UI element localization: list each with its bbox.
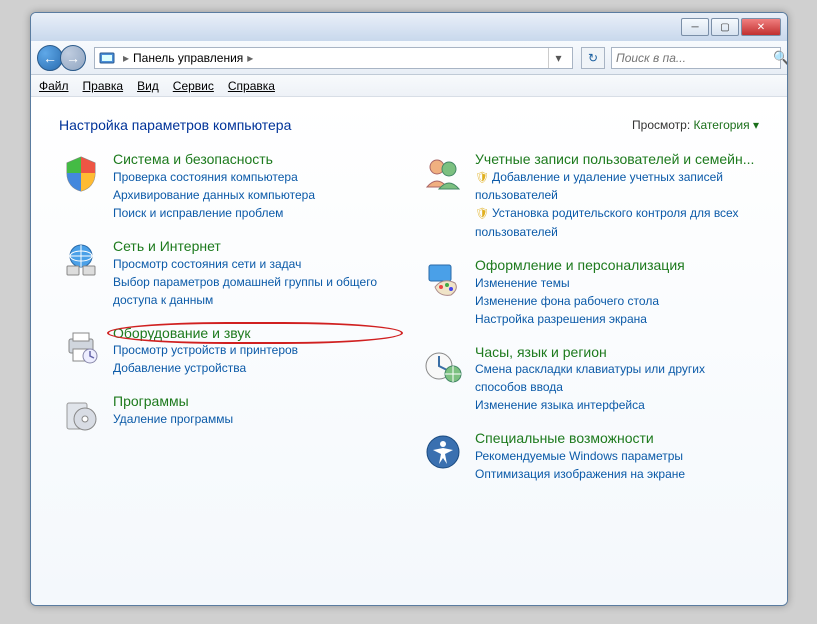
globe-network-icon	[59, 238, 103, 282]
sublink[interactable]: Смена раскладки клавиатуры или других сп…	[475, 360, 759, 396]
category-title[interactable]: Оформление и персонализация	[475, 257, 759, 274]
forward-button[interactable]: →	[60, 45, 86, 71]
search-input[interactable]	[616, 51, 773, 65]
navigation-bar: ← → ▸ Панель управления ▸ ▾ ↻ 🔍	[31, 41, 787, 75]
category-programs: Программы Удаление программы	[59, 393, 397, 437]
sublink[interactable]: Настройка разрешения экрана	[475, 310, 759, 328]
sublink[interactable]: Просмотр устройств и принтеров	[113, 341, 397, 359]
address-bar[interactable]: ▸ Панель управления ▸ ▾	[94, 47, 573, 69]
control-panel-window: ─ ▢ ✕ ← → ▸ Панель управления ▸ ▾ ↻ 🔍 Фа…	[30, 12, 788, 606]
page-title: Настройка параметров компьютера	[59, 117, 291, 133]
sublink[interactable]: Удаление программы	[113, 410, 397, 428]
sublink[interactable]: Изменение фона рабочего стола	[475, 292, 759, 310]
sublink[interactable]: Архивирование данных компьютера	[113, 186, 397, 204]
category-title[interactable]: Система и безопасность	[113, 151, 397, 168]
category-title-highlighted[interactable]: Оборудование и звук	[113, 325, 397, 342]
sublink[interactable]: Просмотр состояния сети и задач	[113, 255, 397, 273]
address-dropdown-icon[interactable]: ▾	[548, 48, 568, 68]
search-box[interactable]: 🔍	[611, 47, 781, 69]
sublink[interactable]: Установка родительского контроля для все…	[475, 204, 759, 241]
content-area: Настройка параметров компьютера Просмотр…	[31, 97, 787, 605]
refresh-button[interactable]: ↻	[581, 47, 605, 69]
close-button[interactable]: ✕	[741, 18, 781, 36]
left-column: Система и безопасность Проверка состояни…	[59, 151, 397, 499]
maximize-button[interactable]: ▢	[711, 18, 739, 36]
category-title[interactable]: Часы, язык и регион	[475, 344, 759, 361]
search-icon[interactable]: 🔍	[773, 50, 788, 66]
category-network: Сеть и Интернет Просмотр состояния сети …	[59, 238, 397, 309]
clock-globe-icon	[421, 344, 465, 388]
sublink[interactable]: Изменение темы	[475, 274, 759, 292]
view-selector: Просмотр: Категория ▾	[632, 118, 759, 132]
printer-icon	[59, 325, 103, 369]
menu-bar: Файл Правка Вид Сервис Справка	[31, 75, 787, 97]
category-user-accounts: Учетные записи пользователей и семейн...…	[421, 151, 759, 241]
menu-help[interactable]: Справка	[228, 79, 275, 93]
category-title[interactable]: Сеть и Интернет	[113, 238, 397, 255]
minimize-button[interactable]: ─	[681, 18, 709, 36]
disc-box-icon	[59, 393, 103, 437]
sublink[interactable]: Добавление устройства	[113, 359, 397, 377]
category-ease-of-access: Специальные возможности Рекомендуемые Wi…	[421, 430, 759, 483]
sublink[interactable]: Добавление и удаление учетных записей по…	[475, 168, 759, 205]
view-dropdown[interactable]: Категория ▾	[694, 118, 759, 132]
category-title[interactable]: Программы	[113, 393, 397, 410]
category-clock-language: Часы, язык и регион Смена раскладки клав…	[421, 344, 759, 415]
sublink[interactable]: Изменение языка интерфейса	[475, 396, 759, 414]
menu-file[interactable]: Файл	[39, 79, 69, 93]
menu-tools[interactable]: Сервис	[173, 79, 214, 93]
palette-icon	[421, 257, 465, 301]
users-icon	[421, 151, 465, 195]
menu-edit[interactable]: Правка	[83, 79, 124, 93]
sublink[interactable]: Оптимизация изображения на экране	[475, 465, 759, 483]
titlebar: ─ ▢ ✕	[31, 13, 787, 41]
breadcrumb-sep-icon: ▸	[123, 51, 129, 65]
breadcrumb-root[interactable]: Панель управления	[133, 51, 243, 65]
right-column: Учетные записи пользователей и семейн...…	[421, 151, 759, 499]
sublink[interactable]: Рекомендуемые Windows параметры	[475, 447, 759, 465]
sublink[interactable]: Проверка состояния компьютера	[113, 168, 397, 186]
sublink[interactable]: Поиск и исправление проблем	[113, 204, 397, 222]
breadcrumb-sep-icon: ▸	[247, 51, 253, 65]
category-title[interactable]: Специальные возможности	[475, 430, 759, 447]
category-hardware-sound: Оборудование и звук Просмотр устройств и…	[59, 325, 397, 378]
category-system-security: Система и безопасность Проверка состояни…	[59, 151, 397, 222]
category-appearance: Оформление и персонализация Изменение те…	[421, 257, 759, 328]
sublink[interactable]: Выбор параметров домашней группы и общег…	[113, 273, 397, 309]
menu-view[interactable]: Вид	[137, 79, 159, 93]
category-title[interactable]: Учетные записи пользователей и семейн...	[475, 151, 759, 168]
shield-icon	[59, 151, 103, 195]
accessibility-icon	[421, 430, 465, 474]
control-panel-icon	[99, 50, 115, 66]
